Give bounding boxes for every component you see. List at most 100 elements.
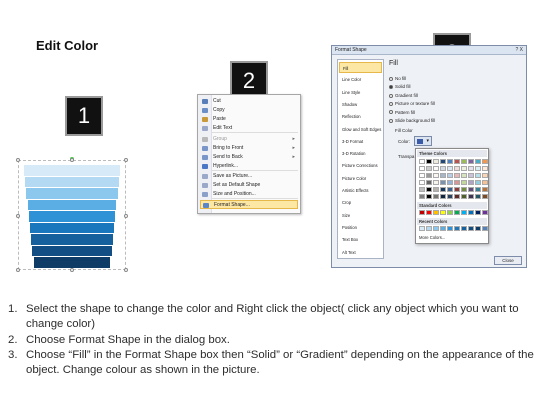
- color-swatch[interactable]: [419, 180, 425, 185]
- color-dropdown-button[interactable]: ▾: [414, 136, 432, 146]
- stack-bar[interactable]: [34, 257, 110, 268]
- color-swatch[interactable]: [454, 187, 460, 192]
- color-swatch[interactable]: [433, 226, 439, 231]
- color-swatch[interactable]: [433, 187, 439, 192]
- bar-stack-shape[interactable]: [24, 165, 120, 269]
- color-swatch[interactable]: [426, 226, 432, 231]
- context-menu-item[interactable]: Paste: [200, 115, 298, 124]
- color-swatch[interactable]: [461, 180, 467, 185]
- color-swatch[interactable]: [461, 159, 467, 164]
- color-swatch[interactable]: [440, 180, 446, 185]
- color-swatch[interactable]: [426, 173, 432, 178]
- color-swatch[interactable]: [447, 194, 453, 199]
- color-swatch[interactable]: [433, 180, 439, 185]
- category-item[interactable]: Shadow: [339, 99, 382, 110]
- color-swatch[interactable]: [482, 166, 488, 171]
- color-swatch[interactable]: [475, 187, 481, 192]
- color-swatch[interactable]: [447, 180, 453, 185]
- color-swatch[interactable]: [482, 210, 488, 215]
- context-menu-item[interactable]: Copy: [200, 106, 298, 115]
- stack-bar[interactable]: [31, 234, 113, 245]
- fill-option-radio[interactable]: Pattern fill: [389, 109, 415, 116]
- context-menu-item[interactable]: Send to Back ▸: [200, 153, 298, 162]
- color-swatch[interactable]: [433, 210, 439, 215]
- color-swatch[interactable]: [461, 173, 467, 178]
- category-item[interactable]: Crop: [339, 197, 382, 208]
- color-swatch[interactable]: [447, 226, 453, 231]
- selection-handle[interactable]: [16, 268, 20, 272]
- close-button[interactable]: Close: [494, 256, 522, 265]
- color-swatch[interactable]: [419, 187, 425, 192]
- dialog-window-controls[interactable]: ? X: [515, 46, 523, 55]
- color-swatch[interactable]: [419, 210, 425, 215]
- fill-option-radio[interactable]: Solid fill: [389, 83, 411, 90]
- color-swatch[interactable]: [475, 226, 481, 231]
- color-swatch[interactable]: [475, 173, 481, 178]
- color-swatch[interactable]: [419, 226, 425, 231]
- color-swatch[interactable]: [426, 159, 432, 164]
- category-item[interactable]: 3-D Rotation: [339, 148, 382, 159]
- color-swatch[interactable]: [482, 194, 488, 199]
- color-swatch[interactable]: [482, 180, 488, 185]
- color-swatch[interactable]: [419, 194, 425, 199]
- color-swatch[interactable]: [440, 194, 446, 199]
- color-swatch[interactable]: [454, 194, 460, 199]
- category-item[interactable]: Text Box: [339, 234, 382, 245]
- color-swatch[interactable]: [454, 180, 460, 185]
- selection-handle[interactable]: [124, 214, 128, 218]
- category-item[interactable]: Position: [339, 222, 382, 233]
- color-swatch[interactable]: [468, 166, 474, 171]
- color-swatch[interactable]: [475, 166, 481, 171]
- selection-handle[interactable]: [16, 158, 20, 162]
- color-swatch[interactable]: [440, 159, 446, 164]
- context-menu-item[interactable]: Group ▸: [200, 135, 298, 144]
- category-item[interactable]: 3-D Format: [339, 136, 382, 147]
- color-swatch[interactable]: [468, 187, 474, 192]
- color-swatch[interactable]: [482, 173, 488, 178]
- color-swatch[interactable]: [447, 173, 453, 178]
- color-swatch[interactable]: [468, 194, 474, 199]
- color-swatch[interactable]: [419, 159, 425, 164]
- selection-handle[interactable]: [124, 268, 128, 272]
- fill-option-radio[interactable]: Picture or texture fill: [389, 100, 435, 107]
- color-swatch[interactable]: [468, 226, 474, 231]
- selection-handle[interactable]: [70, 268, 74, 272]
- category-item[interactable]: Glow and Soft Edges: [339, 124, 382, 135]
- color-swatch[interactable]: [475, 194, 481, 199]
- category-item[interactable]: Reflection: [339, 111, 382, 122]
- color-swatch[interactable]: [447, 159, 453, 164]
- category-item[interactable]: Artistic Effects: [339, 185, 382, 196]
- color-swatch[interactable]: [419, 166, 425, 171]
- color-swatch[interactable]: [482, 159, 488, 164]
- color-swatch[interactable]: [447, 187, 453, 192]
- fill-option-radio[interactable]: Slide background fill: [389, 117, 435, 124]
- color-swatch[interactable]: [440, 173, 446, 178]
- selection-handle[interactable]: [124, 158, 128, 162]
- color-swatch[interactable]: [454, 226, 460, 231]
- color-swatch[interactable]: [433, 194, 439, 199]
- selection-handle[interactable]: [70, 158, 74, 162]
- color-swatch[interactable]: [475, 180, 481, 185]
- color-swatch[interactable]: [440, 210, 446, 215]
- stack-bar[interactable]: [26, 188, 118, 199]
- color-swatch[interactable]: [461, 194, 467, 199]
- color-swatch[interactable]: [440, 166, 446, 171]
- category-item[interactable]: Line Color: [339, 74, 382, 85]
- color-swatch[interactable]: [468, 173, 474, 178]
- color-swatch[interactable]: [468, 210, 474, 215]
- color-swatch[interactable]: [426, 194, 432, 199]
- color-swatch[interactable]: [433, 159, 439, 164]
- color-swatch[interactable]: [426, 180, 432, 185]
- category-item[interactable]: Size: [339, 210, 382, 221]
- color-swatch[interactable]: [433, 166, 439, 171]
- stack-bar[interactable]: [32, 245, 112, 256]
- context-menu-item[interactable]: Format Shape...: [200, 200, 298, 209]
- color-swatch[interactable]: [447, 210, 453, 215]
- context-menu-item[interactable]: Bring to Front ▸: [200, 144, 298, 153]
- stack-bar[interactable]: [25, 176, 119, 187]
- color-swatch[interactable]: [426, 210, 432, 215]
- category-item[interactable]: Fill: [339, 62, 382, 73]
- color-swatch[interactable]: [447, 166, 453, 171]
- color-swatch[interactable]: [440, 187, 446, 192]
- fill-option-radio[interactable]: Gradient fill: [389, 92, 418, 99]
